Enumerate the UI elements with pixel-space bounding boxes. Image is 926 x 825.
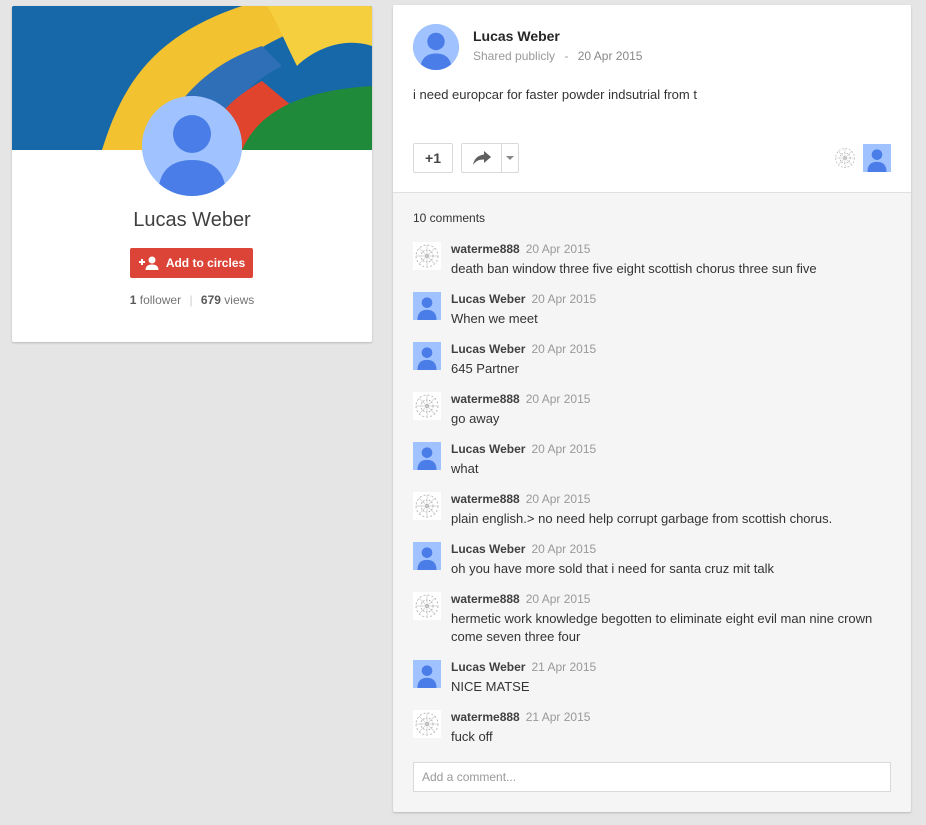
comment-text: NICE MATSE xyxy=(451,679,530,694)
profile-stats: 1 follower | 679 views xyxy=(12,293,372,307)
comment-date[interactable]: 21 Apr 2015 xyxy=(526,710,591,724)
comment-author[interactable]: Lucas Weber xyxy=(451,442,525,456)
comment-text: plain english.> no need help corrupt gar… xyxy=(451,511,833,526)
post-meta: Shared publicly - 20 Apr 2015 xyxy=(473,49,642,63)
followers-count: 1 xyxy=(129,293,137,307)
person-silhouette-icon xyxy=(413,292,441,320)
person-silhouette-icon xyxy=(413,442,441,470)
comment-avatar[interactable] xyxy=(413,660,441,688)
person-silhouette-icon xyxy=(413,542,441,570)
meta-separator: - xyxy=(564,49,569,63)
pattern-avatar-icon xyxy=(413,492,441,520)
comment-author[interactable]: waterme888 xyxy=(451,392,520,406)
profile-card: Lucas Weber Add to circles 1 follower | … xyxy=(12,6,372,342)
comments-count[interactable]: 10 comments xyxy=(413,211,485,225)
profile-name: Lucas Weber xyxy=(133,209,251,231)
comment-avatar[interactable] xyxy=(413,710,441,738)
comment-text: go away xyxy=(451,411,500,426)
comment-avatar[interactable] xyxy=(413,492,441,520)
comment-header: waterme888 20 Apr 2015 xyxy=(451,242,590,256)
comment-date[interactable]: 21 Apr 2015 xyxy=(531,660,596,674)
post-visibility[interactable]: Shared publicly xyxy=(473,49,555,63)
pattern-avatar-icon xyxy=(413,710,441,738)
add-comment-input[interactable] xyxy=(413,762,891,792)
person-silhouette-icon xyxy=(413,342,441,370)
comment-avatar[interactable] xyxy=(413,342,441,370)
comment-author[interactable]: Lucas Weber xyxy=(451,660,525,674)
comment-text: hermetic work knowledge begotten to elim… xyxy=(451,611,873,644)
views-label: views xyxy=(224,293,255,307)
comment-header: Lucas Weber 20 Apr 2015 xyxy=(451,442,596,456)
share-arrow-icon xyxy=(472,151,491,165)
comment-author[interactable]: waterme888 xyxy=(451,242,520,256)
comment-header: waterme888 20 Apr 2015 xyxy=(451,392,590,406)
comment-header: waterme888 20 Apr 2015 xyxy=(451,492,590,506)
pattern-avatar-icon xyxy=(413,592,441,620)
person-silhouette-icon xyxy=(413,24,459,70)
comment-author[interactable]: waterme888 xyxy=(451,592,520,606)
person-silhouette-icon xyxy=(142,96,242,196)
comment-author[interactable]: waterme888 xyxy=(451,710,520,724)
comment-date[interactable]: 20 Apr 2015 xyxy=(531,542,596,556)
comment-avatar[interactable] xyxy=(413,392,441,420)
comment-date[interactable]: 20 Apr 2015 xyxy=(526,392,591,406)
post-card: Lucas Weber Shared publicly - 20 Apr 201… xyxy=(393,5,911,812)
pattern-avatar-icon xyxy=(413,242,441,270)
person-add-icon xyxy=(138,256,159,270)
person-silhouette-icon xyxy=(863,144,891,172)
profile-avatar[interactable] xyxy=(142,96,242,196)
comment-header: Lucas Weber 20 Apr 2015 xyxy=(451,542,596,556)
comment-date[interactable]: 20 Apr 2015 xyxy=(531,292,596,306)
dropdown-arrow-icon xyxy=(506,156,514,160)
plus-one-button[interactable]: +1 xyxy=(413,143,453,173)
comment-text: death ban window three five eight scotti… xyxy=(451,261,817,276)
share-button[interactable] xyxy=(461,143,501,173)
pattern-avatar-icon xyxy=(413,392,441,420)
comment-text: 645 Partner xyxy=(451,361,519,376)
pattern-avatar-icon xyxy=(833,146,857,170)
post-author-name[interactable]: Lucas Weber xyxy=(473,28,560,44)
post-date[interactable]: 20 Apr 2015 xyxy=(578,49,643,63)
add-to-circles-button[interactable]: Add to circles xyxy=(130,248,253,278)
comment-avatar[interactable] xyxy=(413,242,441,270)
share-dropdown-button[interactable] xyxy=(501,143,519,173)
plusoner-avatar-user[interactable] xyxy=(863,144,891,172)
comment-header: waterme888 20 Apr 2015 xyxy=(451,592,590,606)
comment-text: fuck off xyxy=(451,729,493,744)
comment-date[interactable]: 20 Apr 2015 xyxy=(526,592,591,606)
post-text: i need europcar for faster powder indsut… xyxy=(413,87,697,102)
comment-text: what xyxy=(451,461,479,476)
comment-header: Lucas Weber 21 Apr 2015 xyxy=(451,660,596,674)
comment-date[interactable]: 20 Apr 2015 xyxy=(531,442,596,456)
comment-header: Lucas Weber 20 Apr 2015 xyxy=(451,292,596,306)
comment-author[interactable]: Lucas Weber xyxy=(451,542,525,556)
comment-avatar[interactable] xyxy=(413,542,441,570)
comment-text: oh you have more sold that i need for sa… xyxy=(451,561,775,576)
comment-text: When we meet xyxy=(451,311,538,326)
comment-author[interactable]: Lucas Weber xyxy=(451,292,525,306)
add-to-circles-label: Add to circles xyxy=(165,256,246,270)
comment-date[interactable]: 20 Apr 2015 xyxy=(526,242,591,256)
person-silhouette-icon xyxy=(413,660,441,688)
comment-header: waterme888 21 Apr 2015 xyxy=(451,710,590,724)
comment-date[interactable]: 20 Apr 2015 xyxy=(526,492,591,506)
post-author-avatar[interactable] xyxy=(413,24,459,70)
comment-date[interactable]: 20 Apr 2015 xyxy=(531,342,596,356)
comment-avatar[interactable] xyxy=(413,292,441,320)
comment-avatar[interactable] xyxy=(413,442,441,470)
comment-author[interactable]: waterme888 xyxy=(451,492,520,506)
comment-avatar[interactable] xyxy=(413,592,441,620)
plusoner-avatar-pattern[interactable] xyxy=(833,146,857,170)
stats-divider: | xyxy=(189,293,193,307)
comment-header: Lucas Weber 20 Apr 2015 xyxy=(451,342,596,356)
comment-author[interactable]: Lucas Weber xyxy=(451,342,525,356)
followers-label: follower xyxy=(139,293,182,307)
post-header-section: Lucas Weber Shared publicly - 20 Apr 201… xyxy=(393,5,911,193)
views-count: 679 xyxy=(200,293,221,307)
